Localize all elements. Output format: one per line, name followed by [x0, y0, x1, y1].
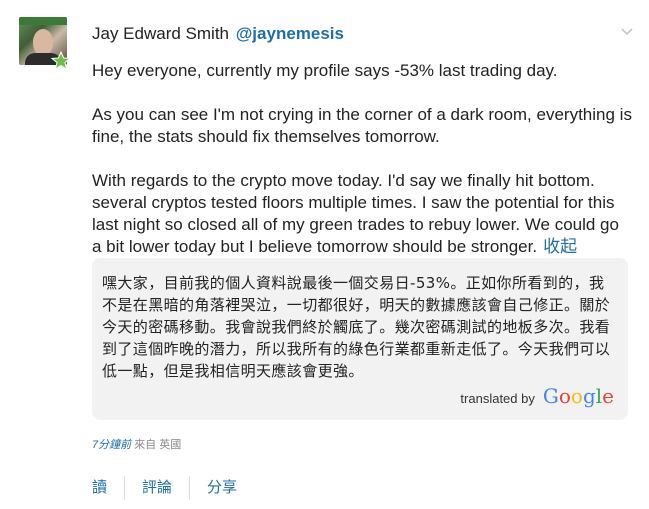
translation-text: 嘿大家，目前我的個人資料說最後一個交易日-53%。正如你所看到的，我不是在黑暗的…	[102, 274, 611, 380]
collapse-link[interactable]: 收起	[543, 237, 577, 256]
share-button[interactable]: 分享	[190, 476, 254, 500]
read-button[interactable]: 讀	[92, 476, 124, 500]
post-header: Jay Edward Smith @jaynemesis	[92, 24, 344, 44]
post-body: Hey everyone, currently my profile says …	[92, 60, 632, 280]
post-paragraph: With regards to the crypto move today. I…	[92, 171, 619, 256]
post-meta: 7分鐘前 來自 英國	[92, 436, 181, 452]
author-handle[interactable]: @jaynemesis	[236, 24, 344, 43]
post-paragraph: Hey everyone, currently my profile says …	[92, 61, 558, 80]
google-logo: Google	[542, 384, 614, 408]
post-source: 來自 英國	[134, 439, 182, 451]
post-card: Jay Edward Smith @jaynemesis Hey everyon…	[0, 0, 649, 509]
star-icon	[51, 51, 71, 71]
translated-by-label: translated by	[460, 391, 535, 406]
translation-box: 嘿大家，目前我的個人資料說最後一個交易日-53%。正如你所看到的，我不是在黑暗的…	[92, 258, 628, 420]
post-paragraph: As you can see I'm not crying in the cor…	[92, 105, 632, 146]
avatar[interactable]	[19, 17, 71, 71]
translation-attribution: translated by Google	[460, 384, 614, 408]
post-time[interactable]: 7分鐘前	[92, 439, 131, 451]
action-bar: 讀 評論 分享	[92, 476, 254, 500]
comment-button[interactable]: 評論	[125, 476, 189, 500]
chevron-down-icon[interactable]	[619, 24, 635, 40]
author-name[interactable]: Jay Edward Smith	[92, 24, 229, 43]
